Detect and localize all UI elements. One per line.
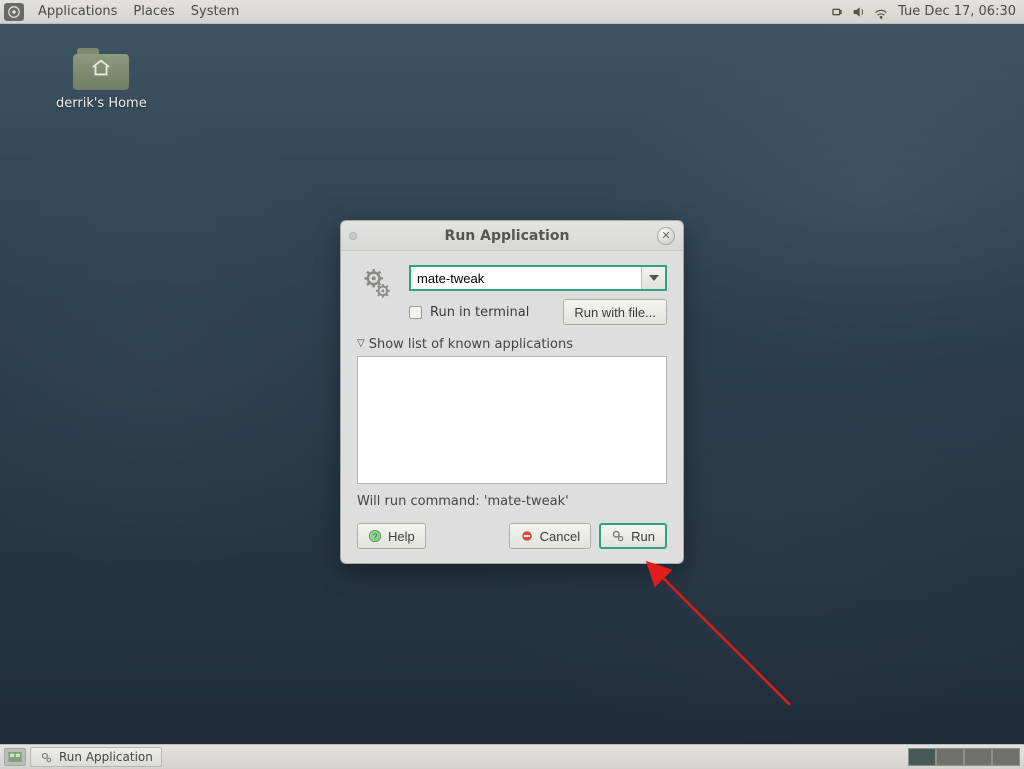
power-icon[interactable] [828, 3, 846, 21]
show-desktop-button[interactable] [4, 748, 26, 766]
volume-icon[interactable] [850, 3, 868, 21]
window-menu-icon[interactable] [349, 232, 357, 240]
distro-logo-icon[interactable] [4, 3, 24, 21]
home-folder-label: derrik's Home [56, 96, 147, 111]
desktop-icons: derrik's Home [56, 46, 147, 111]
command-input[interactable] [411, 267, 641, 289]
network-icon[interactable] [872, 3, 890, 21]
menu-system[interactable]: System [183, 0, 247, 24]
cancel-icon [520, 529, 534, 543]
svg-text:?: ? [373, 533, 378, 542]
dialog-titlebar[interactable]: Run Application ✕ [341, 221, 683, 251]
close-button[interactable]: ✕ [657, 227, 675, 245]
run-button[interactable]: Run [599, 523, 667, 549]
task-gears-icon [39, 750, 53, 764]
run-with-file-button[interactable]: Run with file... [563, 299, 667, 325]
run-in-terminal-checkbox[interactable] [409, 306, 422, 319]
system-tray: Tue Dec 17, 06:30 [828, 3, 1020, 21]
menu-applications[interactable]: Applications [30, 0, 125, 24]
task-run-application[interactable]: Run Application [30, 747, 162, 767]
workspace-4[interactable] [992, 748, 1020, 766]
command-dropdown-button[interactable] [641, 267, 665, 289]
bottom-panel: Run Application [0, 744, 1024, 769]
run-in-terminal-label: Run in terminal [430, 305, 529, 320]
help-button[interactable]: ? Help [357, 523, 426, 549]
expander-label: Show list of known applications [369, 337, 573, 352]
top-panel: Applications Places System Tue Dec 17, 0… [0, 0, 1024, 24]
folder-icon [73, 46, 129, 90]
run-gears-icon [611, 529, 625, 543]
task-label: Run Application [59, 750, 153, 764]
workspace-switcher[interactable] [908, 748, 1020, 766]
dialog-title: Run Application [357, 228, 657, 244]
known-apps-list[interactable] [357, 356, 667, 484]
workspace-3[interactable] [964, 748, 992, 766]
command-status-text: Will run command: 'mate-tweak' [357, 494, 667, 509]
home-folder[interactable]: derrik's Home [56, 46, 147, 111]
cancel-button[interactable]: Cancel [509, 523, 591, 549]
expander-triangle-icon: ▽ [357, 338, 365, 349]
command-combo [409, 265, 667, 291]
panel-clock[interactable]: Tue Dec 17, 06:30 [894, 4, 1016, 19]
known-apps-expander[interactable]: ▽ Show list of known applications [357, 337, 667, 352]
workspace-1[interactable] [908, 748, 936, 766]
workspace-2[interactable] [936, 748, 964, 766]
run-application-dialog: Run Application ✕ [340, 220, 684, 564]
gears-icon [357, 265, 397, 305]
help-icon: ? [368, 529, 382, 543]
menu-places[interactable]: Places [125, 0, 182, 24]
